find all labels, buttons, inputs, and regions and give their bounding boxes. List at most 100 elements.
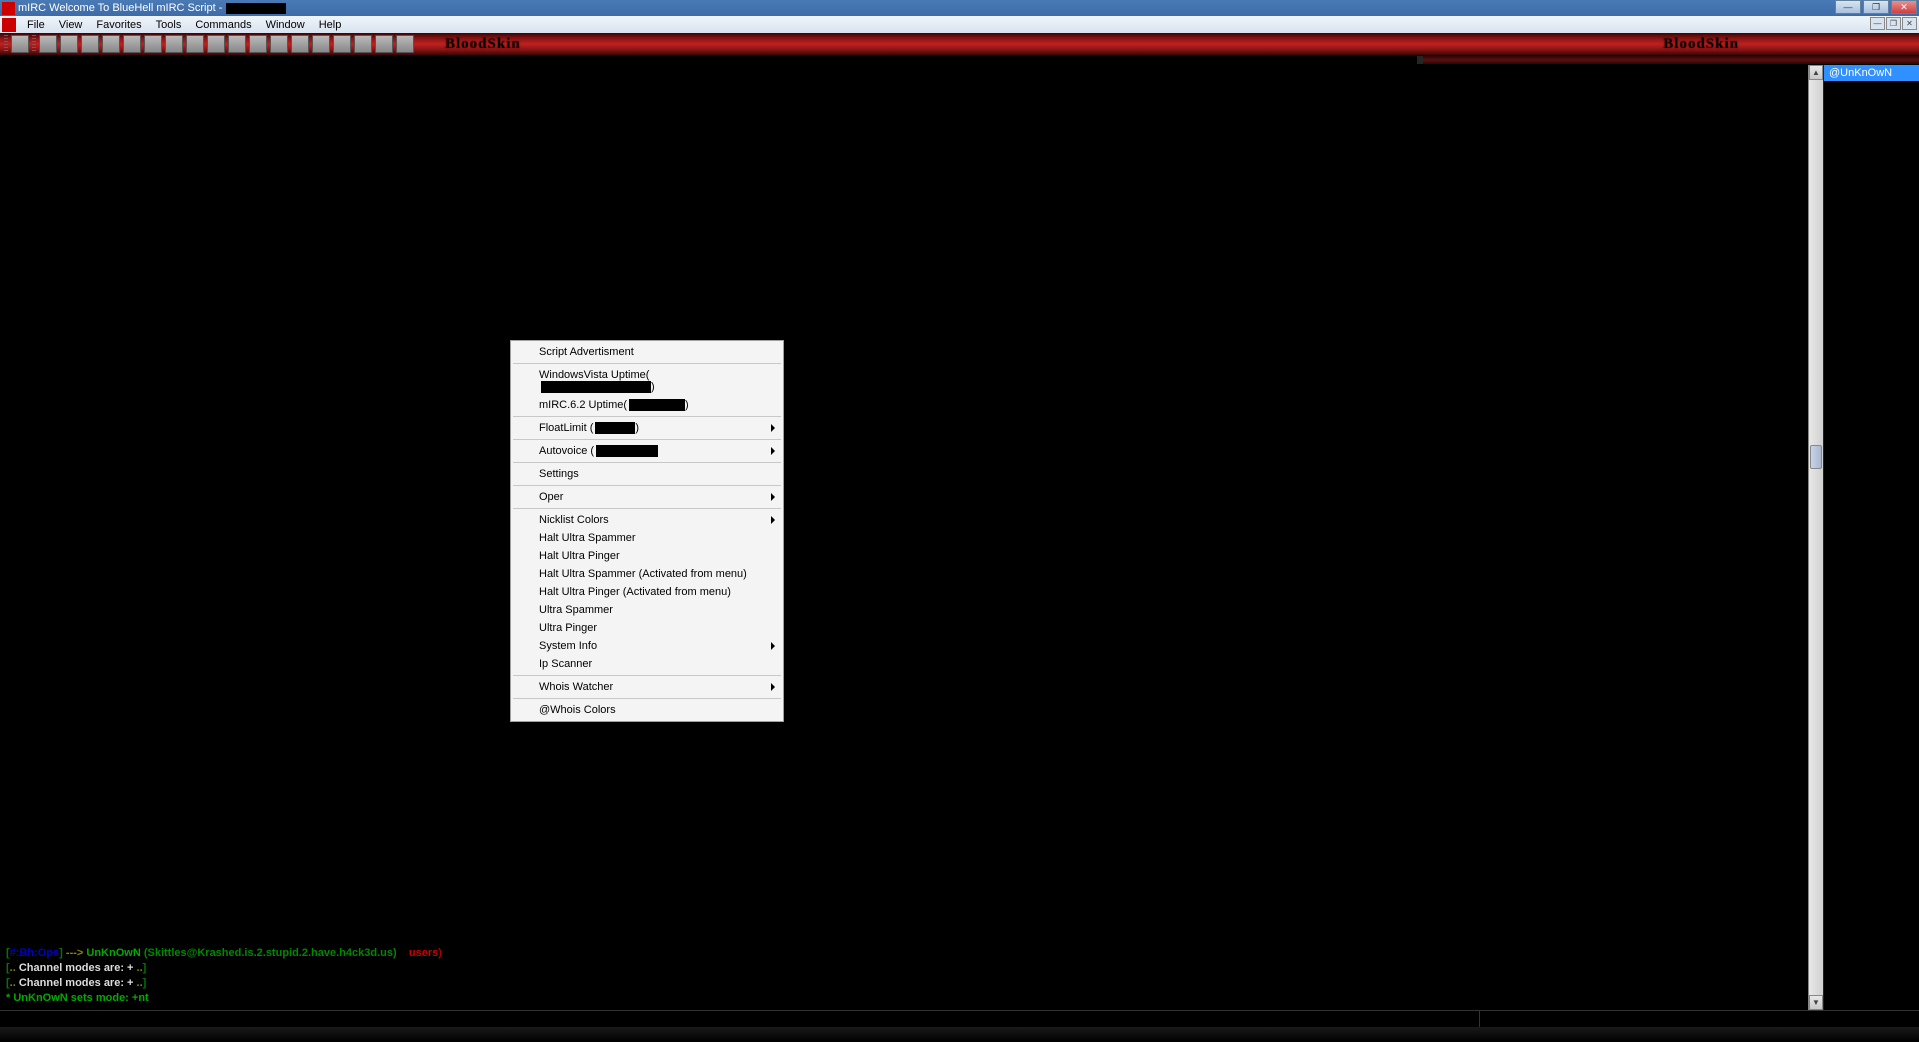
menu-view[interactable]: View — [52, 17, 90, 33]
cm-label: Whois Watcher — [539, 681, 613, 693]
cm-label: Ultra Spammer — [539, 604, 613, 616]
app-icon — [2, 2, 15, 15]
cm-separator — [513, 675, 781, 676]
toolbar-button-6[interactable] — [123, 35, 141, 53]
cm-autovoice[interactable]: Autovoice ( — [511, 442, 783, 460]
cm-paren: ) — [685, 399, 689, 411]
scroll-up-button[interactable]: ▲ — [1809, 65, 1823, 80]
toolbar-button-10[interactable] — [207, 35, 225, 53]
cm-whois-colors[interactable]: @Whois Colors — [511, 701, 783, 719]
mdi-restore-button[interactable]: ❐ — [1886, 17, 1901, 30]
input-bar — [0, 1010, 1919, 1027]
os-taskbar — [0, 1027, 1919, 1042]
cm-floatlimit[interactable]: FloatLimit () — [511, 419, 783, 437]
toolbar-button-5[interactable] — [102, 35, 120, 53]
menu-tools[interactable]: Tools — [149, 17, 189, 33]
cm-label: Ultra Pinger — [539, 622, 597, 634]
chat-area[interactable]: [#:Bh:Ops] ---> UnKnOwN (Skittles@Krashe… — [0, 65, 1808, 1010]
scroll-down-button[interactable]: ▼ — [1809, 995, 1823, 1010]
log-line-setmode: * UnKnOwN sets mode: +nt — [6, 991, 1802, 1006]
cm-label: Halt Ultra Pinger (Activated from menu) — [539, 586, 731, 598]
cm-halt-pinger[interactable]: Halt Ultra Pinger — [511, 547, 783, 565]
mdi-minimize-button[interactable]: — — [1870, 17, 1885, 30]
cm-windows-uptime[interactable]: WindowsVista Uptime() — [511, 366, 783, 396]
cm-label: System Info — [539, 640, 597, 652]
minimize-button[interactable]: — — [1835, 0, 1861, 14]
scroll-thumb[interactable] — [1810, 445, 1822, 469]
submenu-arrow-icon — [771, 516, 775, 524]
toolbar-button-2[interactable] — [39, 35, 57, 53]
submenu-arrow-icon — [771, 683, 775, 691]
toolbar-grip[interactable] — [4, 35, 8, 53]
toolbar-button-16[interactable] — [333, 35, 351, 53]
toolbar-button-7[interactable] — [144, 35, 162, 53]
vertical-scrollbar[interactable]: ▲ ▼ — [1808, 65, 1823, 1010]
cm-separator — [513, 363, 781, 364]
restore-button[interactable]: ❐ — [1863, 0, 1889, 14]
menu-bar: File View Favorites Tools Commands Windo… — [0, 16, 1919, 33]
menu-file[interactable]: File — [20, 17, 52, 33]
toolbar-button-11[interactable] — [228, 35, 246, 53]
submenu-arrow-icon — [771, 493, 775, 501]
submenu-arrow-icon — [771, 642, 775, 650]
toolbar-button-18[interactable] — [375, 35, 393, 53]
cm-separator — [513, 508, 781, 509]
cm-label: @Whois Colors — [539, 704, 616, 716]
cm-ultra-spammer[interactable]: Ultra Spammer — [511, 601, 783, 619]
toolbar-button-15[interactable] — [312, 35, 330, 53]
mdi-close-button[interactable]: ✕ — [1902, 17, 1917, 30]
close-button[interactable]: ✕ — [1891, 0, 1917, 14]
cm-label: Autovoice ( — [539, 445, 594, 457]
cm-mirc-uptime[interactable]: mIRC.6.2 Uptime() — [511, 396, 783, 414]
cm-separator — [513, 439, 781, 440]
toolbar-button-1[interactable] — [11, 35, 29, 53]
menu-commands[interactable]: Commands — [188, 17, 258, 33]
toolbar-button-19[interactable] — [396, 35, 414, 53]
chat-input[interactable] — [0, 1010, 1479, 1027]
cm-separator — [513, 462, 781, 463]
cm-system-info[interactable]: System Info — [511, 637, 783, 655]
toolbar-grip[interactable] — [32, 35, 36, 53]
toolbar-button-12[interactable] — [249, 35, 267, 53]
cm-paren: ) — [635, 422, 639, 434]
cm-label: Oper — [539, 491, 563, 503]
cm-ip-scanner[interactable]: Ip Scanner — [511, 655, 783, 673]
toolbar-button-13[interactable] — [270, 35, 288, 53]
cm-label: Ip Scanner — [539, 658, 592, 670]
nick-item[interactable]: @UnKnOwN — [1824, 65, 1919, 81]
side-input[interactable] — [1479, 1010, 1919, 1027]
cm-label: Nicklist Colors — [539, 514, 609, 526]
log-line-join: [#:Bh:Ops] ---> UnKnOwN (Skittles@Krashe… — [6, 946, 1802, 961]
cm-separator — [513, 416, 781, 417]
cm-nicklist-colors[interactable]: Nicklist Colors — [511, 511, 783, 529]
log-line-modes: [.. Channel modes are: + ..] — [6, 961, 1802, 976]
cm-oper[interactable]: Oper — [511, 488, 783, 506]
menu-window[interactable]: Window — [259, 17, 312, 33]
cm-label: mIRC.6.2 Uptime( — [539, 399, 627, 411]
cm-label: Halt Ultra Spammer — [539, 532, 636, 544]
menu-favorites[interactable]: Favorites — [89, 17, 148, 33]
window-title: mIRC Welcome To BlueHell mIRC Script - — [18, 2, 222, 14]
cm-ultra-pinger[interactable]: Ultra Pinger — [511, 619, 783, 637]
cm-halt-pinger-menu[interactable]: Halt Ultra Pinger (Activated from menu) — [511, 583, 783, 601]
toolbar-button-8[interactable] — [165, 35, 183, 53]
submenu-arrow-icon — [771, 424, 775, 432]
cm-halt-spammer-menu[interactable]: Halt Ultra Spammer (Activated from menu) — [511, 565, 783, 583]
toolbar-button-17[interactable] — [354, 35, 372, 53]
menu-help[interactable]: Help — [312, 17, 349, 33]
mirc-icon[interactable] — [2, 18, 16, 32]
cm-halt-spammer[interactable]: Halt Ultra Spammer — [511, 529, 783, 547]
cm-whois-watcher[interactable]: Whois Watcher — [511, 678, 783, 696]
cm-label: Halt Ultra Pinger — [539, 550, 620, 562]
log-line-modes: [.. Channel modes are: + ..] — [6, 976, 1802, 991]
cm-settings[interactable]: Settings — [511, 465, 783, 483]
toolbar-button-4[interactable] — [81, 35, 99, 53]
redacted-value — [541, 381, 651, 393]
brand-label-right: BloodSkin — [1663, 36, 1739, 53]
nick-list[interactable]: @UnKnOwN — [1823, 65, 1919, 1010]
toolbar-button-9[interactable] — [186, 35, 204, 53]
toolbar-button-3[interactable] — [60, 35, 78, 53]
redacted-value — [596, 445, 658, 457]
toolbar-button-14[interactable] — [291, 35, 309, 53]
cm-script-ad[interactable]: Script Advertisment — [511, 343, 783, 361]
